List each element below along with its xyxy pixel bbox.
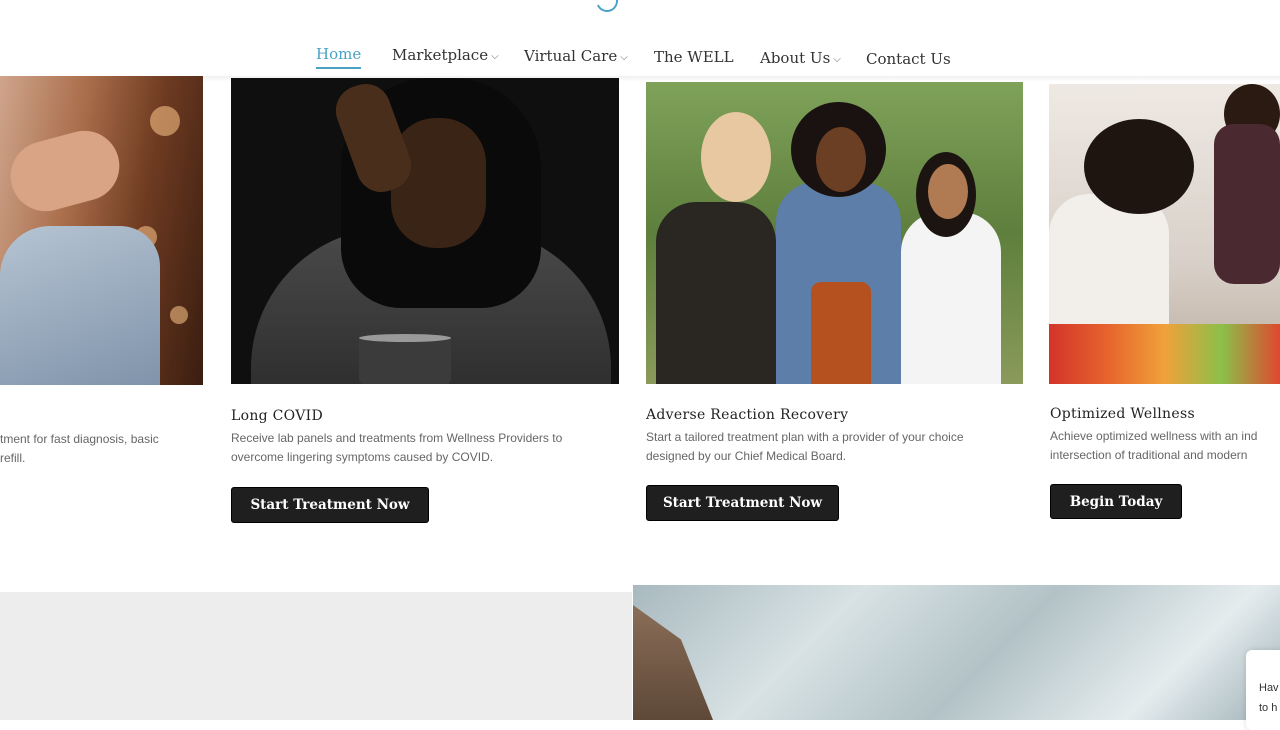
begin-today-button[interactable]: Begin Today [1050,484,1182,519]
card-title-adverse-reaction: Adverse Reaction Recovery [646,407,849,423]
card-3-desc-line1: Start a tailored treatment plan with a p… [646,430,964,444]
chevron-down-icon: ⌵ [833,54,841,65]
nav-about-us-label: About Us [760,49,831,67]
card-3-description: Start a tailored treatment plan with a p… [646,428,964,466]
nav-virtual-care-label: Virtual Care [524,47,618,65]
chat-widget[interactable]: Hav to h [1246,650,1280,730]
card-2-desc-line2: overcome lingering symptoms caused by CO… [231,450,494,464]
chevron-down-icon: ⌵ [491,51,499,62]
nav-marketplace-label: Marketplace [392,46,489,64]
chat-line2: to h [1259,702,1278,714]
card-1-desc-line2: refill. [0,451,26,465]
card-title-optimized-wellness: Optimized Wellness [1050,406,1195,422]
start-treatment-button[interactable]: Start Treatment Now [231,487,429,523]
card-4-description: Achieve optimized wellness with an ind i… [1050,427,1257,465]
card-image-long-covid [231,78,619,384]
card-1-desc-line1: tment for fast diagnosis, basic [0,432,159,446]
card-title-long-covid: Long COVID [231,408,323,424]
main-nav: Home Marketplace ⌵ Virtual Care ⌵ The WELL… [0,0,1280,82]
card-image-couple [0,76,203,385]
nav-home-label: Home [316,45,362,63]
card-image-adverse-reaction [646,82,1023,384]
start-treatment-button[interactable]: Start Treatment Now [646,485,839,521]
card-4-desc-line1: Achieve optimized wellness with an ind [1050,429,1258,443]
nav-the-well[interactable]: The WELL [654,48,734,66]
nav-contact-us-label: Contact Us [866,50,951,68]
nav-about-us[interactable]: About Us ⌵ [760,49,841,67]
active-underline [316,67,362,69]
card-2-desc-line1: Receive lab panels and treatments from W… [231,431,563,445]
nav-home[interactable]: Home [316,45,362,69]
nav-virtual-care[interactable]: Virtual Care ⌵ [524,47,628,65]
card-2-description: Receive lab panels and treatments from W… [231,429,562,467]
card-1-description: tment for fast diagnosis, basic refill. [0,430,159,468]
nav-marketplace[interactable]: Marketplace ⌵ [392,46,499,64]
card-4-desc-line2: intersection of traditional and modern [1050,448,1248,462]
card-3-desc-line2: designed by our Chief Medical Board. [646,449,847,463]
nav-contact-us[interactable]: Contact Us [866,50,951,68]
chevron-down-icon: ⌵ [620,52,628,63]
nav-the-well-label: The WELL [654,48,734,66]
bottom-section-left [0,592,632,720]
chat-line1: Hav [1259,682,1279,694]
bottom-section-image [633,585,1280,720]
card-image-optimized-wellness [1049,84,1280,384]
